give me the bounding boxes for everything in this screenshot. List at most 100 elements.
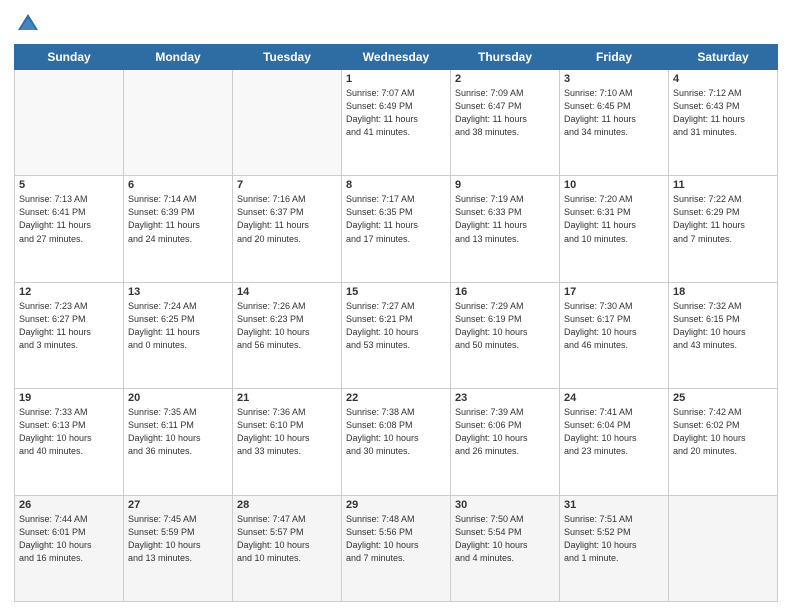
day-info: Sunrise: 7:17 AM Sunset: 6:35 PM Dayligh…: [346, 193, 446, 245]
weekday-header-friday: Friday: [560, 45, 669, 70]
day-number: 26: [19, 499, 119, 511]
week-row-4: 19 Sunrise: 7:33 AM Sunset: 6:13 PM Dayli…: [15, 389, 778, 495]
day-info: Sunrise: 7:33 AM Sunset: 6:13 PM Dayligh…: [19, 406, 119, 458]
day-number: 12: [19, 286, 119, 298]
week-row-5: 26 Sunrise: 7:44 AM Sunset: 6:01 PM Dayli…: [15, 495, 778, 601]
day-info: Sunrise: 7:23 AM Sunset: 6:27 PM Dayligh…: [19, 300, 119, 352]
weekday-header-monday: Monday: [124, 45, 233, 70]
calendar-cell: 13 Sunrise: 7:24 AM Sunset: 6:25 PM Dayli…: [124, 282, 233, 388]
calendar-cell: 22 Sunrise: 7:38 AM Sunset: 6:08 PM Dayli…: [342, 389, 451, 495]
day-info: Sunrise: 7:07 AM Sunset: 6:49 PM Dayligh…: [346, 87, 446, 139]
day-number: 20: [128, 392, 228, 404]
calendar-cell: 15 Sunrise: 7:27 AM Sunset: 6:21 PM Dayli…: [342, 282, 451, 388]
day-info: Sunrise: 7:36 AM Sunset: 6:10 PM Dayligh…: [237, 406, 337, 458]
day-number: 30: [455, 499, 555, 511]
day-number: 1: [346, 73, 446, 85]
day-info: Sunrise: 7:29 AM Sunset: 6:19 PM Dayligh…: [455, 300, 555, 352]
calendar-cell: 4 Sunrise: 7:12 AM Sunset: 6:43 PM Daylig…: [669, 70, 778, 176]
day-info: Sunrise: 7:19 AM Sunset: 6:33 PM Dayligh…: [455, 193, 555, 245]
weekday-header-thursday: Thursday: [451, 45, 560, 70]
calendar-cell: 26 Sunrise: 7:44 AM Sunset: 6:01 PM Dayli…: [15, 495, 124, 601]
day-info: Sunrise: 7:42 AM Sunset: 6:02 PM Dayligh…: [673, 406, 773, 458]
day-number: 17: [564, 286, 664, 298]
day-number: 7: [237, 179, 337, 191]
calendar-cell: 23Sunrise: 7:39 AM Sunset: 6:06 PM Dayli…: [451, 389, 560, 495]
day-info: Sunrise: 7:41 AM Sunset: 6:04 PM Dayligh…: [564, 406, 664, 458]
day-info: Sunrise: 7:10 AM Sunset: 6:45 PM Dayligh…: [564, 87, 664, 139]
day-number: 4: [673, 73, 773, 85]
calendar-cell: 1 Sunrise: 7:07 AM Sunset: 6:49 PM Daylig…: [342, 70, 451, 176]
day-number: 29: [346, 499, 446, 511]
calendar-cell: [233, 70, 342, 176]
calendar-cell: [124, 70, 233, 176]
page: SundayMondayTuesdayWednesdayThursdayFrid…: [0, 0, 792, 612]
day-info: Sunrise: 7:27 AM Sunset: 6:21 PM Dayligh…: [346, 300, 446, 352]
day-info: Sunrise: 7:12 AM Sunset: 6:43 PM Dayligh…: [673, 87, 773, 139]
calendar-cell: 29Sunrise: 7:48 AM Sunset: 5:56 PM Dayli…: [342, 495, 451, 601]
calendar-cell: 30 Sunrise: 7:50 AM Sunset: 5:54 PM Dayli…: [451, 495, 560, 601]
day-number: 14: [237, 286, 337, 298]
calendar-cell: 24 Sunrise: 7:41 AM Sunset: 6:04 PM Dayli…: [560, 389, 669, 495]
calendar-cell: [15, 70, 124, 176]
day-info: Sunrise: 7:35 AM Sunset: 6:11 PM Dayligh…: [128, 406, 228, 458]
calendar-cell: 9 Sunrise: 7:19 AM Sunset: 6:33 PM Daylig…: [451, 176, 560, 282]
day-number: 9: [455, 179, 555, 191]
day-number: 5: [19, 179, 119, 191]
calendar-cell: 20 Sunrise: 7:35 AM Sunset: 6:11 PM Dayli…: [124, 389, 233, 495]
calendar-cell: 16 Sunrise: 7:29 AM Sunset: 6:19 PM Dayli…: [451, 282, 560, 388]
day-number: 13: [128, 286, 228, 298]
header: [14, 10, 778, 38]
calendar-cell: 31 Sunrise: 7:51 AM Sunset: 5:52 PM Dayli…: [560, 495, 669, 601]
day-info: Sunrise: 7:50 AM Sunset: 5:54 PM Dayligh…: [455, 513, 555, 565]
day-number: 28: [237, 499, 337, 511]
day-number: 22: [346, 392, 446, 404]
day-info: Sunrise: 7:38 AM Sunset: 6:08 PM Dayligh…: [346, 406, 446, 458]
day-number: 10: [564, 179, 664, 191]
calendar-cell: 10Sunrise: 7:20 AM Sunset: 6:31 PM Dayli…: [560, 176, 669, 282]
calendar-cell: 14 Sunrise: 7:26 AM Sunset: 6:23 PM Dayli…: [233, 282, 342, 388]
day-number: 6: [128, 179, 228, 191]
calendar-cell: 17Sunrise: 7:30 AM Sunset: 6:17 PM Dayli…: [560, 282, 669, 388]
weekday-header-tuesday: Tuesday: [233, 45, 342, 70]
calendar-cell: 6 Sunrise: 7:14 AM Sunset: 6:39 PM Daylig…: [124, 176, 233, 282]
day-number: 19: [19, 392, 119, 404]
day-info: Sunrise: 7:09 AM Sunset: 6:47 PM Dayligh…: [455, 87, 555, 139]
day-number: 24: [564, 392, 664, 404]
day-number: 18: [673, 286, 773, 298]
week-row-2: 5 Sunrise: 7:13 AM Sunset: 6:41 PM Daylig…: [15, 176, 778, 282]
weekday-header-sunday: Sunday: [15, 45, 124, 70]
calendar-cell: 12 Sunrise: 7:23 AM Sunset: 6:27 PM Dayli…: [15, 282, 124, 388]
weekday-header-saturday: Saturday: [669, 45, 778, 70]
day-info: Sunrise: 7:47 AM Sunset: 5:57 PM Dayligh…: [237, 513, 337, 565]
day-number: 16: [455, 286, 555, 298]
day-number: 27: [128, 499, 228, 511]
calendar-cell: 2Sunrise: 7:09 AM Sunset: 6:47 PM Daylig…: [451, 70, 560, 176]
calendar-cell: 27 Sunrise: 7:45 AM Sunset: 5:59 PM Dayli…: [124, 495, 233, 601]
calendar-cell: 21 Sunrise: 7:36 AM Sunset: 6:10 PM Dayli…: [233, 389, 342, 495]
day-info: Sunrise: 7:14 AM Sunset: 6:39 PM Dayligh…: [128, 193, 228, 245]
day-info: Sunrise: 7:32 AM Sunset: 6:15 PM Dayligh…: [673, 300, 773, 352]
calendar-cell: 11Sunrise: 7:22 AM Sunset: 6:29 PM Dayli…: [669, 176, 778, 282]
calendar-cell: [669, 495, 778, 601]
weekday-header-row: SundayMondayTuesdayWednesdayThursdayFrid…: [15, 45, 778, 70]
day-info: Sunrise: 7:39 AM Sunset: 6:06 PM Dayligh…: [455, 406, 555, 458]
day-number: 31: [564, 499, 664, 511]
day-info: Sunrise: 7:13 AM Sunset: 6:41 PM Dayligh…: [19, 193, 119, 245]
day-info: Sunrise: 7:44 AM Sunset: 6:01 PM Dayligh…: [19, 513, 119, 565]
calendar-cell: 5 Sunrise: 7:13 AM Sunset: 6:41 PM Daylig…: [15, 176, 124, 282]
day-number: 15: [346, 286, 446, 298]
calendar-cell: 3Sunrise: 7:10 AM Sunset: 6:45 PM Daylig…: [560, 70, 669, 176]
calendar-cell: 7 Sunrise: 7:16 AM Sunset: 6:37 PM Daylig…: [233, 176, 342, 282]
day-info: Sunrise: 7:51 AM Sunset: 5:52 PM Dayligh…: [564, 513, 664, 565]
day-number: 8: [346, 179, 446, 191]
calendar-cell: 28 Sunrise: 7:47 AM Sunset: 5:57 PM Dayli…: [233, 495, 342, 601]
day-info: Sunrise: 7:24 AM Sunset: 6:25 PM Dayligh…: [128, 300, 228, 352]
day-info: Sunrise: 7:45 AM Sunset: 5:59 PM Dayligh…: [128, 513, 228, 565]
logo-icon: [14, 10, 42, 38]
day-info: Sunrise: 7:26 AM Sunset: 6:23 PM Dayligh…: [237, 300, 337, 352]
week-row-1: 1 Sunrise: 7:07 AM Sunset: 6:49 PM Daylig…: [15, 70, 778, 176]
day-number: 21: [237, 392, 337, 404]
day-number: 25: [673, 392, 773, 404]
day-info: Sunrise: 7:16 AM Sunset: 6:37 PM Dayligh…: [237, 193, 337, 245]
calendar-table: SundayMondayTuesdayWednesdayThursdayFrid…: [14, 44, 778, 602]
